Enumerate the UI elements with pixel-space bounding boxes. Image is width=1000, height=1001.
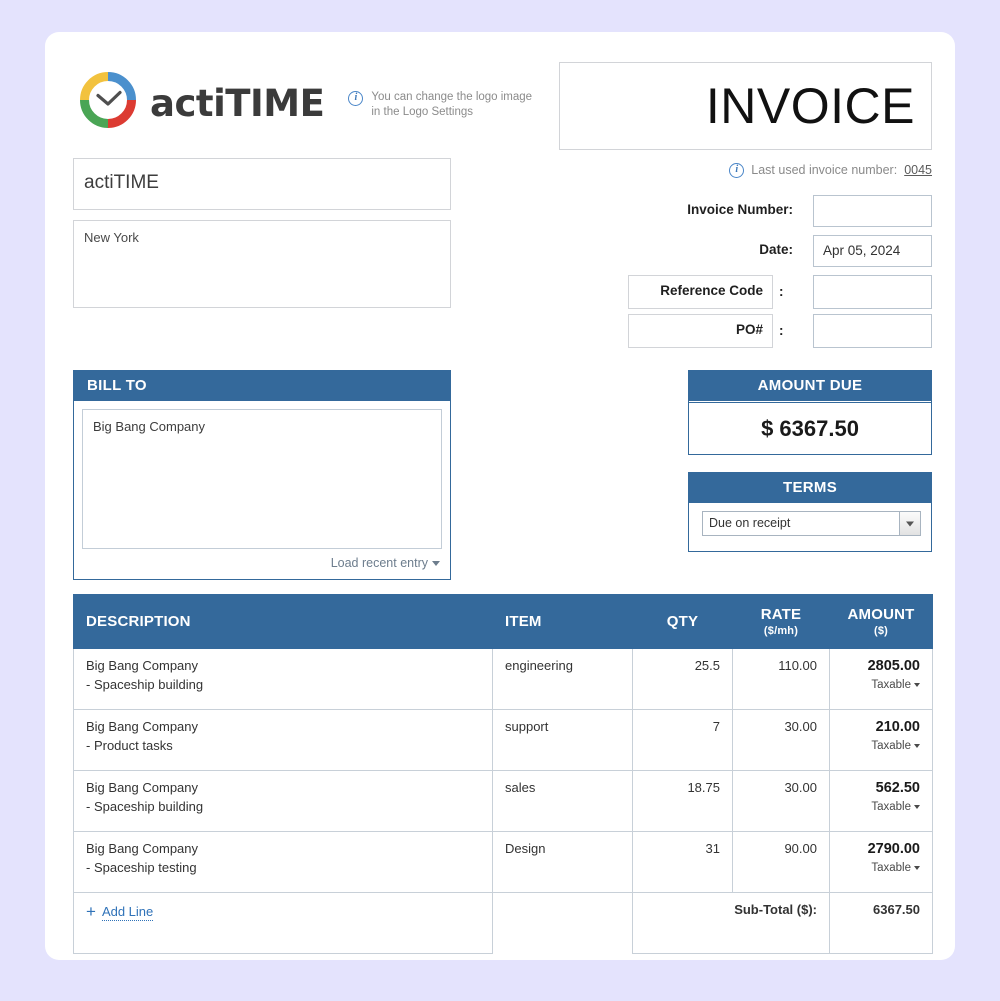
column-header-rate: RATE ($/mh) (732, 594, 830, 649)
chevron-down-icon (914, 804, 920, 809)
row-qty[interactable]: 31 (632, 831, 733, 893)
chevron-down-icon (432, 561, 440, 567)
date-label: Date: (759, 242, 793, 257)
last-used-value-link[interactable]: 0045 (904, 163, 932, 177)
amount-due-panel: AMOUNT DUE $ 6367.50 (688, 370, 932, 455)
row-item[interactable]: Design (492, 831, 633, 893)
amount-due-value: $ 6367.50 (689, 402, 931, 454)
table-row[interactable]: Big Bang Company - Product tasks support… (73, 709, 933, 771)
chevron-down-icon (914, 865, 920, 870)
row-tax-dropdown[interactable]: Taxable (842, 801, 920, 813)
row-description-line1: Big Bang Company (86, 841, 199, 856)
amount-due-heading: AMOUNT DUE (689, 371, 931, 401)
terms-select[interactable]: Due on receipt (702, 511, 921, 536)
row-description-line1: Big Bang Company (86, 719, 199, 734)
logo-hint: i You can change the logo image in the L… (348, 90, 532, 120)
row-amount: 2790.00 Taxable (829, 831, 933, 893)
subtotal-value: 6367.50 (829, 892, 933, 954)
invoice-page: actiTIME i You can change the logo image… (0, 0, 1000, 1001)
info-icon: i (348, 91, 364, 106)
row-description[interactable]: Big Bang Company - Spaceship testing (73, 831, 493, 893)
last-used-label: Last used invoice number: (751, 163, 898, 177)
table-header-row: DESCRIPTION ITEM QTY RATE ($/mh) AMOUNT (73, 594, 933, 649)
row-qty[interactable]: 7 (632, 709, 733, 771)
row-description[interactable]: Big Bang Company - Product tasks (73, 709, 493, 771)
row-tax-dropdown[interactable]: Taxable (842, 740, 920, 752)
page-title: INVOICE (705, 78, 915, 134)
bill-to-heading: BILL TO (74, 371, 450, 401)
row-item[interactable]: support (492, 709, 633, 771)
row-item[interactable]: engineering (492, 648, 633, 710)
row-description-line1: Big Bang Company (86, 658, 199, 673)
invoice-card: actiTIME i You can change the logo image… (45, 32, 955, 960)
sender-address-input[interactable]: New York (73, 220, 451, 308)
row-description-line1: Big Bang Company (86, 780, 199, 795)
row-qty[interactable]: 18.75 (632, 770, 733, 832)
reference-code-label-input[interactable]: Reference Code (628, 275, 773, 309)
column-header-qty: QTY (632, 594, 733, 649)
row-amount: 562.50 Taxable (829, 770, 933, 832)
info-icon: i (729, 163, 745, 178)
add-line-label: Add Line (101, 904, 154, 921)
load-recent-entry-label: Load recent entry (330, 556, 428, 570)
row-rate[interactable]: 90.00 (732, 831, 830, 893)
bill-to-input[interactable]: Big Bang Company (82, 409, 442, 549)
row-amount-value: 562.50 (875, 780, 920, 796)
invoice-title-box[interactable]: INVOICE (559, 62, 932, 150)
actitime-logo-icon (78, 70, 138, 130)
brand-header: actiTIME i You can change the logo image… (78, 70, 532, 130)
row-rate[interactable]: 30.00 (732, 709, 830, 771)
reference-code-colon: : (779, 284, 784, 299)
footer-spacer (493, 893, 633, 954)
row-amount-value: 2790.00 (867, 841, 920, 857)
row-description[interactable]: Big Bang Company - Spaceship building (73, 648, 493, 710)
logo-hint-line2: in the Logo Settings (371, 106, 474, 118)
row-description-line2: - Spaceship testing (86, 860, 197, 875)
po-number-colon: : (779, 323, 784, 338)
row-amount: 210.00 Taxable (829, 709, 933, 771)
column-header-description: DESCRIPTION (73, 594, 493, 649)
plus-icon: + (86, 902, 96, 921)
po-number-input[interactable] (813, 314, 932, 348)
chevron-down-icon (914, 682, 920, 687)
terms-panel: TERMS Due on receipt (688, 472, 932, 552)
table-row[interactable]: Big Bang Company - Spaceship building en… (73, 648, 933, 710)
po-number-label-input[interactable]: PO# (628, 314, 773, 348)
row-qty[interactable]: 25.5 (632, 648, 733, 710)
row-amount: 2805.00 Taxable (829, 648, 933, 710)
row-rate[interactable]: 30.00 (732, 770, 830, 832)
row-description-line2: - Spaceship building (86, 799, 204, 814)
terms-selected-value: Due on receipt (709, 516, 791, 530)
reference-code-input[interactable] (813, 275, 932, 309)
row-description-line2: - Product tasks (86, 738, 173, 753)
row-description[interactable]: Big Bang Company - Spaceship building (73, 770, 493, 832)
table-row[interactable]: Big Bang Company - Spaceship building sa… (73, 770, 933, 832)
row-tax-dropdown[interactable]: Taxable (842, 679, 920, 691)
row-tax-dropdown[interactable]: Taxable (842, 862, 920, 874)
row-amount-value: 2805.00 (867, 658, 920, 674)
logo-hint-line1: You can change the logo image (371, 91, 533, 103)
column-header-item: ITEM (492, 594, 633, 649)
date-input[interactable]: Apr 05, 2024 (813, 235, 932, 267)
row-rate[interactable]: 110.00 (732, 648, 830, 710)
bill-to-panel: BILL TO Big Bang Company Load recent ent… (73, 370, 451, 580)
table-footer-row: + Add Line Sub-Total ($): 6367.50 (73, 892, 933, 954)
row-description-line2: - Spaceship building (86, 677, 204, 692)
last-used-invoice-number: i Last used invoice number: 0045 (729, 162, 932, 178)
row-amount-value: 210.00 (875, 719, 920, 735)
load-recent-entry-button[interactable]: Load recent entry (74, 549, 450, 570)
invoice-number-input[interactable] (813, 195, 932, 227)
subtotal-label: Sub-Total ($): (632, 892, 830, 954)
row-item[interactable]: sales (492, 770, 633, 832)
add-line-button[interactable]: + Add Line (73, 892, 493, 954)
terms-heading: TERMS (689, 473, 931, 503)
invoice-number-label: Invoice Number: (687, 202, 793, 217)
brand-name: actiTIME (150, 82, 325, 125)
chevron-down-icon[interactable] (899, 512, 920, 535)
table-row[interactable]: Big Bang Company - Spaceship testing Des… (73, 831, 933, 893)
line-items-table: DESCRIPTION ITEM QTY RATE ($/mh) AMOUNT (73, 594, 933, 954)
sender-name-input[interactable]: actiTIME (73, 158, 451, 210)
column-header-amount: AMOUNT ($) (829, 594, 933, 649)
chevron-down-icon (914, 743, 920, 748)
